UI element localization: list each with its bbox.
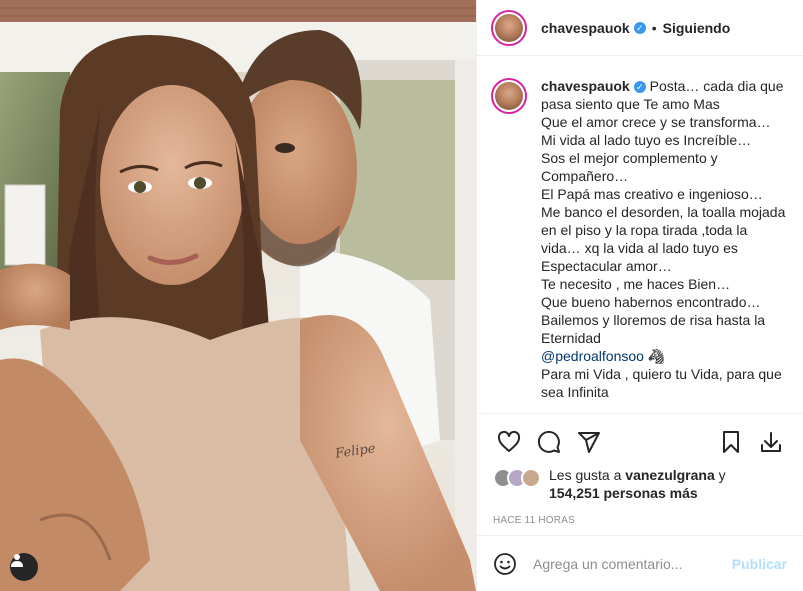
like-button[interactable] — [489, 422, 529, 462]
caption-area: chavespauok ✓ Posta… cada dia que pasa si… — [477, 57, 803, 414]
comment-button[interactable] — [529, 422, 569, 462]
caption-line: Espectacular amor… — [541, 258, 672, 274]
caption-text: chavespauok ✓ Posta… cada dia que pasa si… — [541, 77, 789, 401]
user-tag-icon — [11, 554, 23, 567]
avatar[interactable] — [491, 9, 527, 46]
share-icon — [578, 432, 600, 453]
caption-line: Para mi Vida , quiero tu Vida, para que — [541, 366, 782, 382]
photo-illustration: Felipe — [0, 0, 476, 591]
caption-line: chavespauok ✓ Posta… cada dia que — [541, 78, 784, 94]
comment-input[interactable] — [533, 555, 732, 572]
post-username[interactable]: chavespauok — [541, 20, 630, 36]
bookmark-icon — [723, 431, 739, 453]
separator-dot: • — [651, 19, 657, 36]
caption-line: Te necesito , me haces Bien… — [541, 276, 731, 292]
comment-box: Publicar — [477, 535, 803, 591]
download-icon — [761, 432, 781, 452]
caption-username[interactable]: chavespauok — [541, 78, 630, 94]
heart-icon — [497, 430, 521, 452]
caption-line: Sos el mejor complemento y — [541, 150, 718, 166]
caption-line: Compañero… — [541, 168, 629, 184]
caption-line: Que bueno habernos encontrado… — [541, 294, 761, 310]
caption-line: sea Infinita — [541, 384, 609, 400]
liker-username[interactable]: vanezulgrana — [625, 467, 714, 483]
caption-line: Mi vida al lado tuyo es Increíble… — [541, 132, 752, 148]
mention-link[interactable]: @pedroalfonsoo — [541, 348, 644, 364]
caption-line: Eternidad — [541, 330, 601, 346]
emoji-icon[interactable] — [493, 552, 517, 576]
action-bar — [477, 414, 803, 470]
share-button[interactable] — [569, 422, 609, 462]
user-tag-button[interactable] — [10, 553, 38, 581]
comment-icon — [537, 430, 560, 453]
caption-line: Me banco el desorden, la toalla mojada — [541, 204, 786, 220]
zebra-emoji: 🦓 — [647, 348, 666, 364]
likes-text: Les gusta a vanezulgrana y 154,251 perso… — [549, 467, 726, 501]
download-button[interactable] — [751, 422, 791, 462]
caption-line: Bailemos y lloremos de risa hasta la — [541, 312, 766, 328]
caption-line: vida… xq la vida al lado tuyo es — [541, 240, 738, 256]
publish-button[interactable]: Publicar — [732, 556, 787, 572]
verified-badge-icon: ✓ — [633, 81, 646, 93]
post-header: chavespauok ✓ • Siguiendo — [477, 0, 803, 56]
likes-count[interactable]: 154,251 personas más — [549, 485, 698, 501]
liker-avatars[interactable] — [493, 468, 541, 488]
post-side-panel: chavespauok ✓ • Siguiendo chavespauok ✓ P… — [476, 0, 803, 591]
verified-badge-icon: ✓ — [633, 21, 646, 34]
caption-line: pasa siento que Te amo Mas — [541, 96, 720, 112]
save-button[interactable] — [711, 422, 751, 462]
caption-line: Que el amor crece y se transforma… — [541, 114, 771, 130]
caption-avatar[interactable] — [491, 78, 527, 114]
post-photo[interactable]: Felipe — [0, 0, 476, 591]
avatar — [521, 468, 541, 488]
caption-mention-line: @pedroalfonsoo 🦓 — [541, 347, 789, 365]
caption-line: en el piso y la ropa tirada ,toda la — [541, 222, 748, 238]
likes-summary: Les gusta a vanezulgrana y 154,251 perso… — [493, 466, 787, 502]
post-timestamp[interactable]: HACE 11 HORAS — [493, 515, 575, 526]
following-button[interactable]: Siguiendo — [663, 20, 731, 36]
caption-line: El Papá mas creativo e ingenioso… — [541, 186, 763, 202]
